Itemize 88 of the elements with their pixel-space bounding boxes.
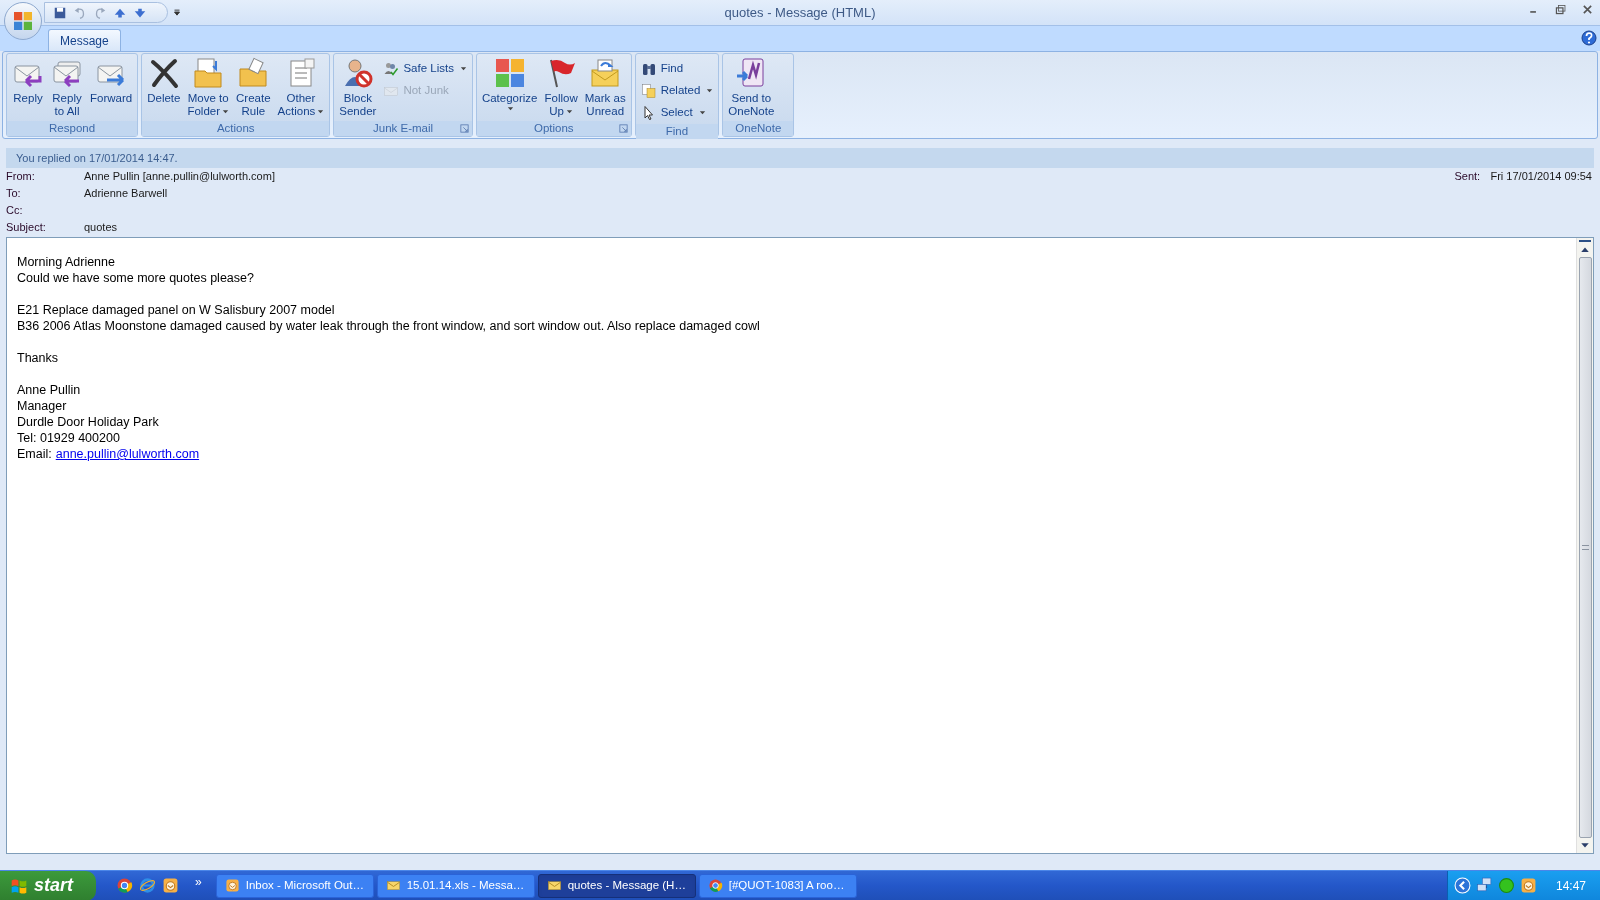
field-value: Adrienne Barwell [84, 186, 168, 202]
taskbar-button[interactable]: Inbox - Microsoft Out… [215, 873, 374, 898]
tray-expand-icon[interactable] [1453, 877, 1471, 894]
category-grid-icon [493, 57, 526, 89]
save-icon[interactable] [53, 5, 67, 20]
ribbon-button[interactable]: Related [637, 81, 717, 100]
dropdown-caret-icon [459, 65, 467, 72]
mail-app-icon[interactable] [162, 877, 179, 894]
scrollbar[interactable] [1576, 238, 1593, 853]
folder-icon [192, 57, 225, 89]
envelope-icon [546, 878, 562, 893]
dropdown-caret-icon [222, 108, 230, 115]
field-value: Fri 17/01/2014 09:54 [1490, 169, 1593, 185]
field-value: Anne Pullin [anne.pullin@lulworth.com] [84, 169, 275, 185]
ribbon-button[interactable]: Move to Folder [184, 57, 233, 121]
scroll-up-icon [1580, 245, 1590, 255]
dropdown-caret-icon [317, 108, 325, 115]
scroll-down-icon [1580, 840, 1590, 850]
message-line: Durdle Door Holiday Park [17, 414, 160, 430]
group-label: Find [665, 123, 689, 139]
field-label: Cc: [6, 203, 24, 219]
browser-e-icon[interactable] [139, 877, 156, 894]
ribbon-button[interactable]: Block Sender [336, 57, 380, 121]
dropdown-caret-icon [698, 109, 706, 116]
help-icon[interactable] [1581, 30, 1597, 46]
mail-app-icon [224, 878, 240, 893]
message-line: Thanks [17, 350, 59, 366]
people-check-icon [383, 60, 400, 77]
ribbon-button[interactable]: Reply to All [48, 57, 86, 121]
group-label: Options [533, 120, 574, 136]
more-button[interactable]: » [195, 872, 202, 891]
ribbon-button[interactable]: Follow Up [541, 57, 581, 121]
clock: 14:47 [1555, 877, 1586, 895]
dialog-launcher-icon[interactable] [618, 124, 628, 133]
dropdown-caret-icon [566, 108, 573, 115]
field-label: Sent: [1454, 169, 1482, 185]
email-link[interactable]: anne.pullin@lulworth.com [55, 446, 200, 462]
field-value: quotes [84, 220, 118, 236]
message-line: Morning Adrienne [17, 254, 116, 270]
taskbar-button[interactable]: 15.01.14.xls - Messa… [376, 873, 535, 898]
ribbon-tab[interactable]: Message [48, 29, 121, 51]
message-line: Anne Pullin [17, 382, 82, 398]
close-icon[interactable] [1581, 3, 1594, 16]
message-line: Manager [17, 398, 68, 414]
dropdown-caret-icon [507, 105, 515, 112]
start-button[interactable]: start [0, 870, 96, 900]
office-button[interactable] [4, 2, 42, 40]
mail-app-icon [1519, 877, 1537, 894]
field-label: Subject: [6, 220, 47, 236]
group-label: Actions [216, 120, 255, 136]
restore-icon[interactable] [1554, 3, 1567, 16]
ribbon-button[interactable]: Reply [9, 57, 47, 121]
ribbon-button[interactable]: Select [637, 103, 717, 122]
ribbon-button[interactable]: Categorize [478, 57, 541, 121]
office-logo-icon [11, 9, 35, 33]
window-title: quotes - Message (HTML) [724, 3, 876, 22]
chrome-icon [707, 878, 723, 893]
message-line: Email: [17, 446, 52, 462]
ribbon-button[interactable]: Delete [144, 57, 184, 121]
network-icon [1475, 877, 1493, 894]
ribbon-button[interactable]: Forward [87, 57, 136, 121]
taskbar-button[interactable]: quotes - Message (H… [537, 873, 696, 898]
chrome-icon[interactable] [116, 877, 133, 894]
field-label: From: [6, 169, 36, 185]
dropdown-caret-icon [706, 87, 714, 94]
message-line: E21 Replace damaged panel on W Salisbury 2007 model [17, 302, 336, 318]
info-bar: You replied on 17/01/2014 14:47. [6, 148, 1594, 168]
message-line: Could we have some more quotes please? [17, 270, 255, 286]
ribbon-button[interactable]: Find [637, 59, 717, 78]
taskbar-button[interactable]: [#QUOT-1083] A roo… [698, 873, 857, 898]
ribbon-button[interactable]: Mark as Unread [581, 57, 629, 121]
status-dot-icon [1497, 877, 1515, 894]
ribbon-button[interactable]: Safe Lists [380, 59, 470, 78]
group-label: Junk E-mail [373, 120, 434, 136]
related-documents-icon [640, 82, 657, 99]
envelope-icon [385, 878, 401, 893]
dialog-launcher-icon[interactable] [459, 124, 469, 133]
message-line: Tel: 01929 400200 [17, 430, 121, 446]
folder-icon [237, 57, 270, 89]
ribbon-button[interactable]: Other Actions [274, 57, 328, 121]
group-label: Respond [49, 120, 96, 136]
field-label: To: [6, 186, 22, 202]
mark-unread-icon [589, 57, 622, 89]
ribbon-button[interactable]: Send to OneNote [725, 57, 778, 121]
group-label: OneNote [735, 120, 782, 136]
message-line: B36 2006 Atlas Moonstone damaged caused by water leak through the front window, and sort window out. Also replace damaged cowl [17, 318, 761, 334]
ribbon-button[interactable]: Create Rule [233, 57, 274, 121]
customize-toolbar-icon[interactable] [172, 7, 182, 17]
